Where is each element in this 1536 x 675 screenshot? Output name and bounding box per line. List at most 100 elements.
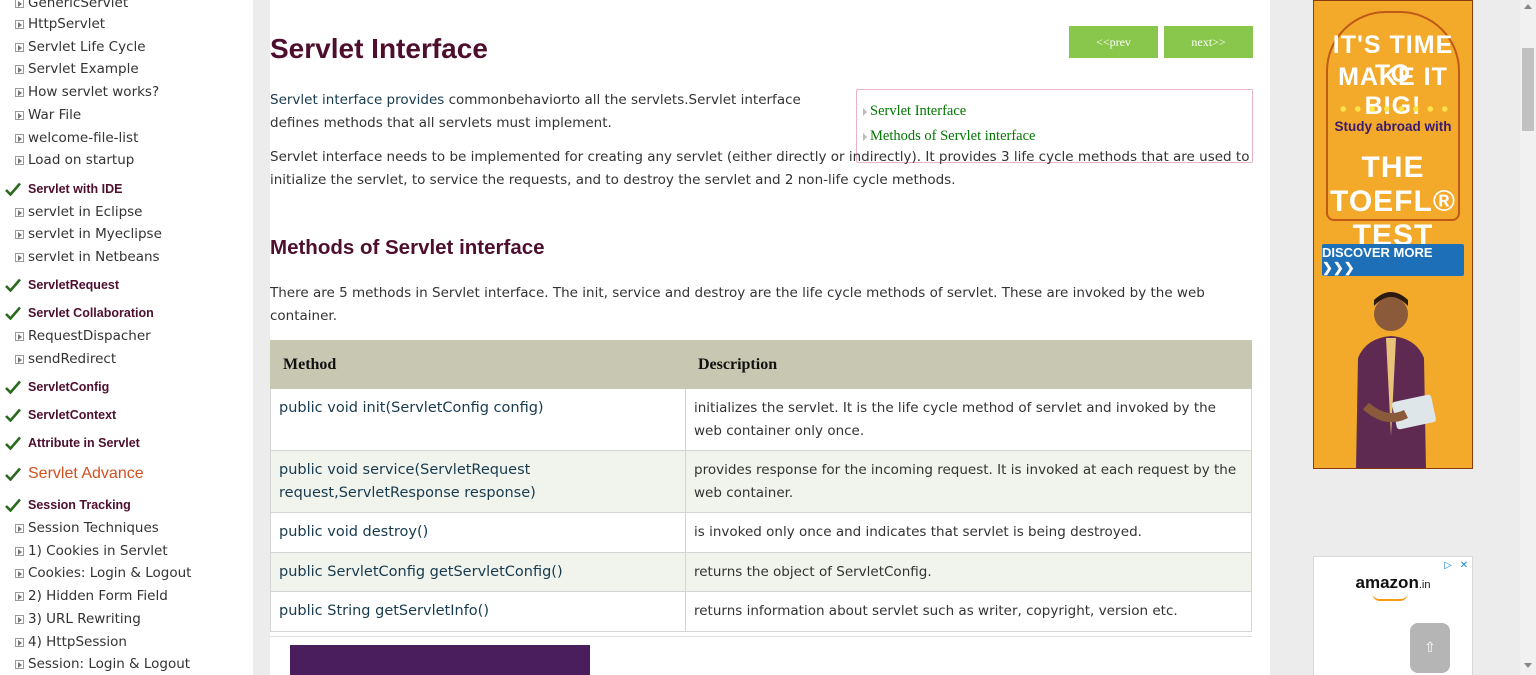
sidebar-link[interactable]: servlet in Myeclipse [0,223,253,245]
sidebar-item-label: welcome-file-list [28,130,139,146]
intro-highlight: Servlet interface provides [270,92,445,108]
sidebar-section-heading[interactable]: ServletRequest [0,274,253,296]
toefl-ad[interactable]: IT'S TIME TO MAKE IT BIG! Study abroad w… [1313,0,1473,469]
sidebar-link[interactable]: Cookies: Login & Logout [0,562,253,584]
method-cell: public void destroy() [270,512,686,553]
expand-icon [15,568,24,578]
sidebar-link[interactable]: servlet in Netbeans [0,246,253,268]
sidebar-link[interactable]: Load on startup [0,149,253,171]
sidebar-item-label: Servlet Example [28,61,139,77]
discover-more-button[interactable]: DISCOVER MORE ❯❯❯ [1322,244,1464,276]
sidebar-section-heading[interactable]: ServletConfig [0,376,253,398]
sidebar-item-label: 4) HttpSession [28,634,127,650]
sidebar-link[interactable]: Session: Login & Logout [0,653,253,675]
sidebar-link[interactable]: servlet in Eclipse [0,201,253,223]
table-row: public void init(ServletConfig config) i… [270,388,1252,451]
sidebar-item-label: Cookies: Login & Logout [28,565,192,581]
method-cell: public void init(ServletConfig config) [270,388,686,451]
sidebar-link[interactable]: welcome-file-list [0,127,253,149]
sidebar-link[interactable]: How servlet works? [0,81,253,103]
method-cell: public String getServletInfo() [270,591,686,632]
prev-button[interactable]: <<prev [1069,26,1158,58]
column-header-description: Description [685,340,1252,389]
table-row: public String getServletInfo() returns i… [270,591,1252,632]
toc-link-label: Methods of Servlet interface [870,128,1036,144]
sidebar-item-label: GenericServlet [28,0,129,11]
sidebar-item-label: ServletContext [28,408,117,422]
expand-icon [15,42,24,52]
checkmark-icon [5,306,25,320]
sidebar-item-label: War File [28,107,82,123]
checkmark-icon [5,408,25,422]
divider [270,636,1252,637]
sidebar-link[interactable]: War File [0,104,253,126]
sidebar-section-heading[interactable]: Servlet with IDE [0,178,253,200]
sidebar-section-heading[interactable]: Attribute in Servlet [0,432,253,454]
page-scrollbar[interactable] [1520,0,1536,675]
checkmark-icon [5,498,25,512]
sidebar-item-label: ServletConfig [28,380,110,394]
sidebar-link[interactable]: 2) Hidden Form Field [0,585,253,607]
sidebar-item-label: 2) Hidden Form Field [28,588,168,604]
next-button[interactable]: next>> [1164,26,1253,58]
amazon-logo: amazon.in [1314,573,1472,593]
description-cell: provides response for the incoming reque… [685,450,1252,513]
sidebar-item-label: Load on startup [28,152,135,168]
expand-icon [15,523,24,533]
ad-choices-icon[interactable]: ▷ [1441,558,1455,572]
sidebar-link[interactable]: Servlet Life Cycle [0,36,253,58]
expand-icon [15,133,24,143]
method-cell: public void service(ServletRequest reque… [270,450,686,513]
toc-link-methods[interactable]: Methods of Servlet interface [863,128,1035,145]
sidebar-link[interactable]: Session Techniques [0,517,253,539]
expand-icon [15,110,24,120]
description-cell: is invoked only once and indicates that … [685,512,1252,553]
sidebar-section-heading[interactable]: ServletContext [0,404,253,426]
promo-banner[interactable] [290,645,590,675]
triangle-icon [863,132,867,141]
sidebar-item-label: Servlet Advance [28,465,144,482]
ad-dots [1336,105,1452,113]
scroll-up-arrow-icon[interactable] [1524,4,1532,9]
person-with-tablet-image [1356,292,1436,468]
sidebar-link[interactable]: Servlet Example [0,58,253,80]
sidebar-link[interactable]: GenericServlet [0,0,253,14]
sidebar-item-label: Attribute in Servlet [28,436,140,450]
sidebar-item-label: ServletRequest [28,278,120,292]
ad-subline: Study abroad with [1334,119,1452,134]
sidebar-link[interactable]: sendRedirect [0,348,253,370]
ad-controls: ▷ ✕ [1441,558,1471,572]
toc-link-label: Servlet Interface [870,103,967,119]
sidebar-item-label: Servlet Life Cycle [28,39,146,55]
expand-icon [15,252,24,262]
main-content: Servlet Interface <<prev next>> Servlet … [270,0,1270,675]
sidebar-section-heading[interactable]: Servlet Collaboration [0,302,253,324]
column-header-method: Method [270,340,686,389]
close-icon[interactable]: ✕ [1457,558,1471,572]
sidebar-section-heading[interactable]: Servlet Advance [0,463,253,485]
description-cell: initializes the servlet. It is the life … [685,388,1252,451]
methods-paragraph: There are 5 methods in Servlet interface… [270,285,1205,324]
scroll-down-arrow-icon[interactable] [1524,663,1532,668]
checkmark-icon [5,380,25,394]
scrollbar-thumb[interactable] [1522,48,1534,131]
scroll-to-top-button[interactable]: ⇧ [1410,623,1450,673]
toc-link-servlet-interface[interactable]: Servlet Interface [863,103,966,120]
checkmark-icon [5,278,25,292]
expand-icon [15,64,24,74]
sidebar-section-heading[interactable]: Session Tracking [0,494,253,516]
sidebar-item-label: servlet in Eclipse [28,204,143,220]
expand-icon [15,354,24,364]
sidebar-link[interactable]: 4) HttpSession [0,631,253,653]
expand-icon [15,659,24,669]
table-row: public void destroy() is invoked only on… [270,512,1252,553]
description-cell: returns information about servlet such a… [685,591,1252,632]
sidebar-item-label: sendRedirect [28,351,117,367]
sidebar-link[interactable]: 3) URL Rewriting [0,608,253,630]
sidebar-link[interactable]: RequestDispacher [0,325,253,347]
sidebar-item-label: Servlet with IDE [28,182,123,196]
sidebar-link[interactable]: HttpServlet [0,13,253,35]
expand-icon [15,229,24,239]
sidebar-link[interactable]: 1) Cookies in Servlet [0,540,253,562]
expand-icon [15,637,24,647]
